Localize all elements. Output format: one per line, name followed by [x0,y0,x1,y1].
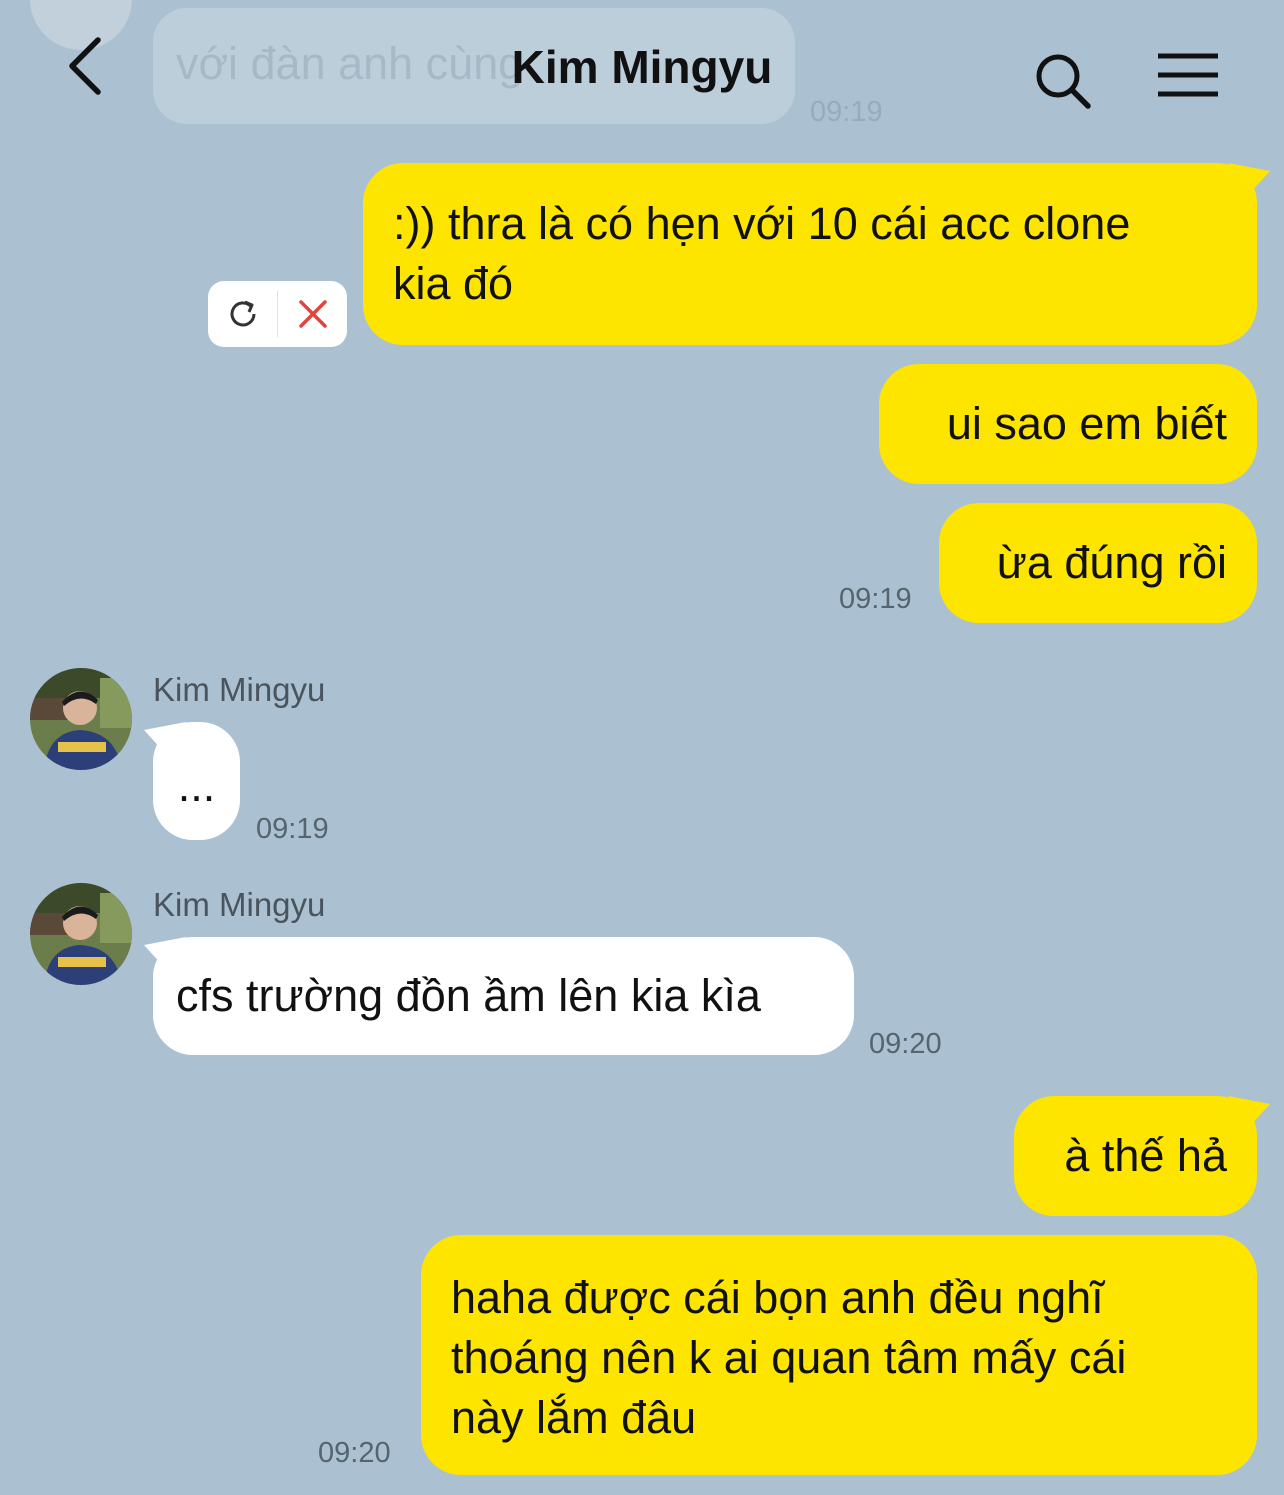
bubble-tail [1228,163,1270,193]
message-bubble[interactable]: :)) thra là có hẹn với 10 cái acc clone … [363,163,1257,345]
message-time: 09:19 [256,813,329,845]
message-bubble[interactable]: ... [153,722,240,840]
ghost-message-time: 09:19 [810,96,883,128]
delete-button[interactable] [278,281,347,347]
retry-button[interactable] [208,281,277,347]
message-text: à thế hả [1064,1130,1227,1181]
message-time: 09:19 [839,583,912,615]
message-text-line: :)) thra là có hẹn với 10 cái acc clone [393,198,1131,249]
message-text-line: haha được cái bọn anh đều nghĩ [451,1272,1104,1323]
avatar[interactable] [30,883,132,985]
message-text: ... [177,760,216,811]
message-bubble[interactable]: cfs trường đồn ầm lên kia kìa [153,937,854,1055]
message-bubble[interactable]: à thế hả [1014,1096,1257,1216]
message-time: 09:20 [318,1437,391,1469]
message-time: 09:20 [869,1028,942,1060]
search-icon[interactable] [1030,48,1096,114]
sender-name: Kim Mingyu [153,886,326,923]
message-text-line: này lắm đâu [451,1392,697,1443]
message-text-line: kia đó [393,258,514,309]
bubble-tail [1228,1096,1270,1126]
failed-message-actions [208,281,347,347]
message-text-line: thoáng nên k ai quan tâm mấy cái [451,1332,1127,1383]
retry-icon [230,300,255,327]
message-bubble[interactable]: ui sao em biết [879,364,1257,484]
message-text: ừa đúng rồi [996,537,1227,588]
message-bubble[interactable]: haha được cái bọn anh đều nghĩ thoáng nê… [421,1235,1257,1475]
menu-icon[interactable] [1152,48,1224,108]
message-bubble[interactable]: ừa đúng rồi [939,503,1257,623]
avatar[interactable] [30,668,132,770]
sender-name: Kim Mingyu [153,671,326,708]
message-text: cfs trường đồn ầm lên kia kìa [176,970,761,1021]
delete-icon [298,300,327,328]
message-text: ui sao em biết [946,398,1227,449]
